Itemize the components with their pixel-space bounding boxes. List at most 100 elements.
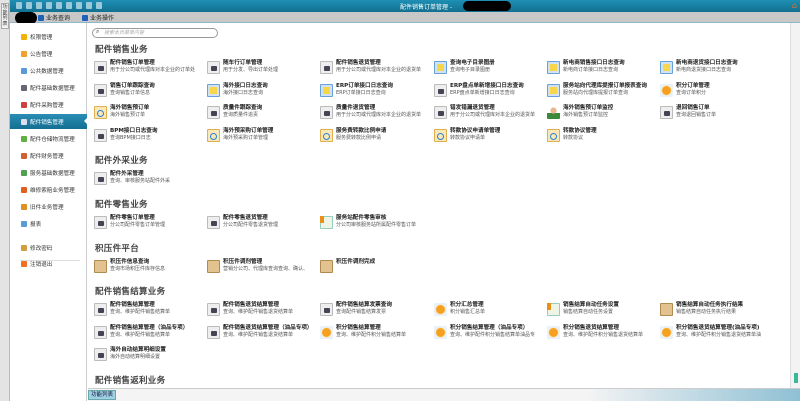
function-item[interactable]: 海外销售预订单监控 海外销售预订单监控 (547, 104, 659, 124)
function-item[interactable]: 积分销售结算管理（油品专项） 查询、维护配件积分销售结算单油品专 (434, 324, 546, 344)
search-input[interactable]: 搜索本页菜单内容 (92, 28, 218, 38)
function-item[interactable]: 配件外采管理 查询、审核服务站配件外采 (94, 170, 206, 190)
function-item[interactable]: 配件销售结算管理 查询、维护配件销售结算单 (94, 301, 206, 321)
function-title: 积分汇总管理 (450, 302, 484, 308)
function-desc: 服务费转款比例申请 (336, 134, 382, 141)
function-item[interactable]: 配件销售结算发票查询 查询配件销售结算发票 (320, 301, 432, 321)
sidebar-item[interactable]: 配件采购管理 (10, 97, 87, 112)
sidebar-item[interactable]: 服务基础数据管理 (10, 165, 87, 180)
function-item[interactable]: 销售结算自动任务执行结果 销售结算自动任务执行结果 (660, 301, 772, 321)
function-item[interactable]: 海外自动结算明细设置 海外自动结算明细设置 (94, 346, 206, 366)
toolbar-icon[interactable] (96, 2, 102, 9)
function-desc: 分公司配件零售订单管理 (110, 222, 166, 228)
toolbar-icon[interactable] (36, 2, 42, 9)
title-bar: 配件销售订单管理 - ⌂ (10, 0, 800, 12)
function-title: 配件零售订单管理 (110, 215, 155, 221)
function-item[interactable]: 转款协议管理 转款协议 (547, 127, 659, 147)
function-item[interactable]: 销售结算自动任务设置 销售结算自动任务设置 (547, 301, 659, 321)
function-item[interactable]: 积分订单管理 查询订单积分 (660, 82, 772, 102)
function-item[interactable]: 配件销售结算管理（油品专项） 查询、维护配件销售结算单 (94, 324, 206, 344)
function-list-strip[interactable]: 功能列表 (0, 0, 10, 401)
function-item[interactable]: 积分销售退货结算管理(油品专项) 查询、维护配件积分销售退货结算单油 (660, 324, 772, 344)
function-item[interactable]: 服务站向代理库提报订单报表查询 服务站向代理库提报订单查询 (547, 82, 659, 102)
function-item[interactable]: 配件销售退货结算管理（油品专项） 查询、维护配件销售退货结算单 (207, 324, 319, 344)
sidebar-item-label: 服务基础数据管理 (30, 170, 75, 177)
function-item[interactable]: 查询电子目录图册 查询电子目录图册 (434, 59, 546, 79)
doc-icon (320, 61, 333, 74)
doc-icon (320, 106, 333, 119)
function-item[interactable]: 积压件调剂完成 (320, 258, 432, 278)
win-icon (320, 83, 333, 97)
tab-business-query[interactable]: 业务查询 (38, 13, 70, 22)
function-list-tab[interactable]: 功能列表 (88, 390, 117, 400)
function-desc: 查询、维护配件销售退货结算单 (223, 331, 294, 338)
function-item[interactable]: 销售订单跟踪查询 查询销售订单信息 (94, 82, 206, 102)
function-title: 转款协议申请单管理 (450, 127, 501, 134)
function-item[interactable]: 积压件信息查询 查询市场积压件库存信息 (94, 258, 206, 278)
function-item[interactable]: 配件零售订单管理 分公司配件零售订单管理 (94, 214, 206, 234)
function-item[interactable]: 积分汇总管理 积分销售汇总单 (434, 301, 546, 321)
toolbar-icon[interactable] (76, 2, 82, 9)
box-icon (320, 260, 333, 273)
function-item[interactable]: 转款协议申请单管理 转款协议申请单 (434, 127, 546, 147)
function-item[interactable]: 积分销售结算管理 查询、维护配件积分销售结算单 (320, 324, 432, 344)
function-desc: ERP盘点单新增接口日志查询 (450, 89, 515, 96)
sidebar-item[interactable]: 报表 (10, 216, 87, 231)
function-item[interactable]: 配件销售退货结算管理 查询、维护配件销售退货结算单 (207, 301, 319, 321)
sidebar-item-label: 维修索赔业务管理 (30, 187, 75, 194)
toolbar-icon[interactable] (86, 2, 92, 9)
toolbar-icon[interactable] (66, 2, 72, 9)
function-title: 销售订单跟踪查询 (110, 82, 155, 89)
sidebar-footer-item[interactable]: 注销退出 (10, 256, 87, 271)
function-item[interactable]: 错发错漏退货管理 用于分公司或代理库对本企业的退货单 (434, 104, 546, 124)
function-title: 销售结算自动任务执行结果 (676, 302, 744, 308)
function-item[interactable]: 新电商销售接口日志查询 新电商订单接口日志查询 (547, 59, 659, 79)
toolbar-icon[interactable] (16, 2, 22, 9)
function-title: 配件销售退货结算管理 (223, 302, 279, 308)
home-icon[interactable]: ⌂ (792, 1, 797, 10)
scrollbar-thumb[interactable] (794, 373, 798, 383)
sidebar-item[interactable]: 配件销售管理 (10, 114, 87, 129)
win-icon (207, 83, 220, 97)
function-item[interactable]: 配件销售退货管理 用于分公司或代理库对本企业的退货单 (320, 59, 432, 79)
doc-icon (94, 61, 107, 74)
sidebar-item[interactable]: 公共数据管理 (10, 63, 87, 78)
menu-icon (21, 67, 27, 74)
function-item[interactable]: 配件销售订单管理 用于分公司或代理库对本企业的订单处 (94, 59, 206, 79)
function-item[interactable]: 服务费转款比例申请 服务费转款比例申请 (320, 127, 432, 147)
sidebar-item[interactable]: 配件财务管理 (10, 148, 87, 163)
function-title: BPM接口日志查询 (110, 127, 158, 134)
function-desc: 用于分公司或代理库对本企业的退货单 (336, 67, 422, 73)
sidebar-footer-item[interactable]: 修改密码 (10, 240, 87, 255)
sidebar-item[interactable]: 维修索赔业务管理 (10, 182, 87, 197)
function-item[interactable]: ERP订单接口日志查询 ERP订单接口日志查询 (320, 82, 432, 102)
function-item[interactable]: 新电商退货接口日志查询 新电商退货接口日志查询 (660, 59, 772, 79)
sidebar-item[interactable]: 配件仓储物流管理 (10, 131, 87, 146)
sidebar-item[interactable]: 旧件业务管理 (10, 199, 87, 214)
toolbar-icon[interactable] (46, 2, 52, 9)
function-item[interactable]: BPM接口日志查询 查询BPM接口日志 (94, 127, 206, 147)
toolbar-icon[interactable] (56, 2, 62, 9)
function-title: 配件销售退货管理 (336, 60, 381, 66)
function-item[interactable]: 积压件调剂管理 营销分公司、代理库查询查询、确认、 (207, 258, 319, 278)
sidebar-item[interactable]: 权限管理 (10, 29, 87, 44)
function-item[interactable]: ERP盘点单新增接口日志查询 ERP盘点单新增接口日志查询 (434, 82, 546, 102)
function-item[interactable]: 海外预采购订单管理 海外预采购订单管理 (207, 127, 319, 147)
function-item[interactable]: 配件零售退货管理 分公司配件零售退货管理 (207, 214, 319, 234)
function-item[interactable]: 退回销售订单 查询退回销售订单 (660, 104, 772, 124)
function-item[interactable]: 海外接口日志查询 海外接口日志查询 (207, 82, 319, 102)
sidebar-item[interactable]: 公告管理 (10, 46, 87, 61)
function-item[interactable]: 服务站配件零售审核 分公司审核服务站所属配件零售订单 (320, 214, 432, 234)
function-item[interactable]: 海外销售预订单 海外销售预订单 (94, 104, 206, 124)
function-title: 积分销售结算管理（油品专项） (450, 324, 529, 331)
function-item[interactable]: 质量件跟踪查询 查询质量件追责 (207, 104, 319, 124)
function-item[interactable]: 随车行订单管理 用于分发、导出订单处理 (207, 59, 319, 79)
function-title: 配件外采管理 (110, 171, 144, 177)
function-item[interactable]: 积分销售退货结算管理 查询、维护配件积分销售退货结算单 (547, 324, 659, 344)
function-item[interactable]: 质量件退货管理 用于分公司或代理库对本企业的退货单 (320, 104, 432, 124)
tab-business-operation[interactable]: 业务操作 (82, 13, 114, 22)
toolbar-icon[interactable] (26, 2, 32, 9)
scrollbar[interactable] (790, 23, 800, 388)
sidebar-item[interactable]: 配件基础数据管理 (10, 80, 87, 95)
sidebar-item-label: 配件销售管理 (30, 119, 64, 126)
